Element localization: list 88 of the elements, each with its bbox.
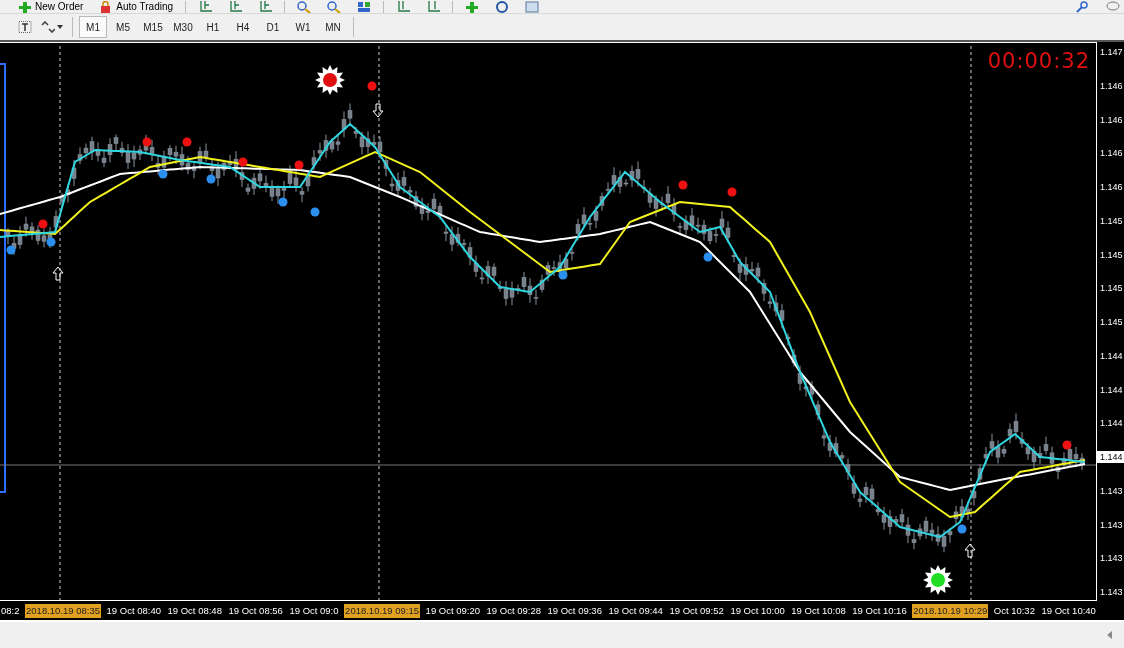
plus-icon: [18, 0, 32, 13]
timeframe-tab[interactable]: H1: [199, 16, 227, 38]
timeframe-tab[interactable]: H4: [229, 16, 257, 38]
signal-dot: [310, 207, 320, 217]
time-label: 19 Oct 09:28: [485, 603, 542, 618]
price-label: 1.143: [1099, 552, 1124, 565]
circle-icon: [495, 0, 510, 13]
signal-dot: [238, 157, 248, 167]
chart-icon: [426, 0, 441, 13]
signal-dot: [142, 137, 152, 147]
signal-dot: [703, 252, 713, 262]
signal-dot: [182, 137, 192, 147]
arrow-down-icon: [372, 103, 384, 118]
time-label: 19 Oct 09:0: [288, 603, 340, 618]
signal-dot: [158, 169, 168, 179]
arrow-up-icon: [52, 266, 64, 281]
arrow-up-icon: [964, 543, 976, 558]
plus-icon: [465, 0, 480, 13]
speech-bubble-icon: [1106, 0, 1120, 13]
time-label: Oct 10:32: [992, 603, 1036, 618]
timeframe-tab[interactable]: MN: [319, 16, 347, 38]
price-label: 1.143: [1099, 518, 1124, 531]
time-label: 19 Oct 08:48: [166, 603, 223, 618]
time-label: 19 Oct 08:56: [227, 603, 284, 618]
windows-icon: [357, 0, 372, 13]
price-label: 1.145: [1099, 316, 1124, 328]
price-label: 1.146: [1099, 181, 1124, 193]
timeframe-tab[interactable]: W1: [289, 16, 317, 38]
toolbar-button[interactable]: Auto Trading: [95, 0, 178, 13]
price-label: 1.145: [1099, 282, 1124, 295]
time-label: 19 Oct 09:36: [546, 603, 603, 618]
price-label: 1.146: [1099, 79, 1124, 92]
signal-dot: [678, 180, 688, 190]
signal-dot: [278, 197, 288, 207]
price-label: 1.143: [1099, 586, 1124, 598]
magnifier-icon: [327, 0, 342, 13]
time-label: 19 Oct 10:40: [1040, 603, 1097, 618]
time-label: 19 Oct 09:20: [424, 603, 481, 618]
price-label: 1.144: [1099, 349, 1124, 362]
chart-icon: [198, 0, 213, 13]
magnifier-icon: [297, 0, 312, 13]
time-label: 19 Oct 09:44: [607, 603, 664, 618]
picture-icon: [525, 0, 540, 13]
text-icon: [18, 21, 32, 33]
price-label: 1.144: [1099, 383, 1124, 396]
signal-dot: [957, 524, 967, 534]
price-label: 1.146: [1099, 147, 1124, 160]
time-label: 19 Oct 10:16: [851, 603, 908, 618]
chart-icon: [258, 0, 273, 13]
time-label: 2018.10.19 10:29: [912, 603, 989, 618]
timeframe-tab[interactable]: M15: [139, 16, 167, 38]
time-label: 2018.10.19 08:35: [25, 603, 101, 618]
signal-dot: [6, 245, 16, 255]
price-label: 1.143: [1099, 484, 1124, 497]
time-label: 2018.10.19 09:15: [344, 603, 421, 618]
signal-dot: [558, 270, 568, 280]
search-icon: [1076, 0, 1090, 13]
timeframe-tab[interactable]: D1: [259, 16, 287, 38]
sun-marker-icon: [923, 565, 953, 595]
time-label: 19 Oct 10:00: [729, 603, 786, 618]
scroll-left-icon[interactable]: [1107, 631, 1112, 639]
signal-dot: [46, 237, 56, 247]
timeframe-tab[interactable]: M5: [109, 16, 137, 38]
signal-dot: [727, 187, 737, 197]
arrows-icon: [41, 21, 55, 33]
signal-dot: [367, 81, 377, 91]
price-label: 1.144: [1099, 417, 1124, 430]
time-label: 19 Oct 08:40: [105, 603, 162, 618]
time-label: 08:2: [0, 603, 21, 618]
timeframe-tab[interactable]: M30: [169, 16, 197, 38]
toolbar-button[interactable]: New Order: [14, 0, 88, 13]
price-label: 1.145: [1099, 214, 1124, 227]
countdown-timer: 00:00:32: [987, 49, 1090, 73]
price-label: 1.146: [1099, 113, 1124, 126]
signal-dot: [1062, 440, 1072, 450]
caret-icon: [57, 25, 63, 29]
signal-dot: [38, 219, 48, 229]
time-label: 19 Oct 09:52: [668, 603, 725, 618]
price-label: 1.145: [1099, 248, 1124, 261]
current-price-label: 1.144: [1097, 451, 1124, 463]
signal-dot: [294, 160, 304, 170]
timeframe-tab[interactable]: M1: [79, 16, 107, 38]
signal-dot: [206, 174, 216, 184]
chart-icon: [228, 0, 243, 13]
sun-marker-icon: [315, 65, 345, 95]
time-label: 19 Oct 10:08: [790, 603, 847, 618]
price-label: 1.147: [1099, 46, 1124, 58]
chart-icon: [396, 0, 411, 13]
